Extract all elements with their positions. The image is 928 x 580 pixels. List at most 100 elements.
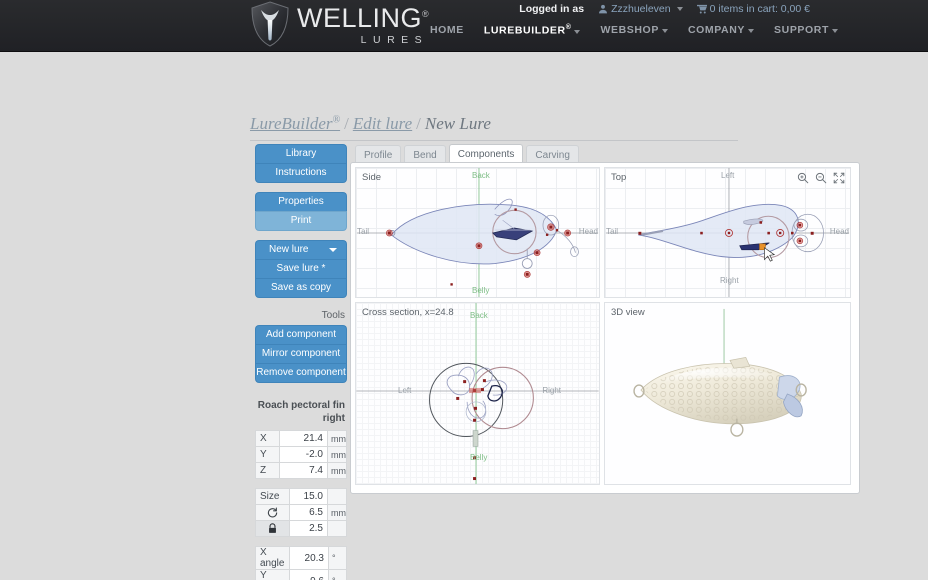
mirror-component-button[interactable]: Mirror component: [255, 344, 347, 363]
lock-icon: [269, 523, 276, 533]
main-navigation: HOME LUREBUILDER® WEBSHOP COMPANY SUPPOR…: [430, 24, 838, 37]
nav-sup-lurebuilder: ®: [565, 24, 572, 31]
axis-label-belly-side: Belly: [472, 286, 490, 295]
chevron-down-icon: [329, 248, 337, 252]
field-value-thickness[interactable]: 6.5: [289, 504, 328, 521]
field-row-thickness: 6.5 mm: [255, 504, 347, 521]
sidebar-group-library: Library Instructions: [255, 144, 347, 183]
nav-label-home: HOME: [429, 24, 464, 37]
breadcrumb: LureBuilder® / Edit lure / New Lure: [250, 114, 738, 141]
field-unit-x: mm: [327, 430, 347, 447]
nav-item-lurebuilder[interactable]: LUREBUILDER®: [484, 24, 581, 37]
viewport-cross-section[interactable]: Cross section, x=24.8 Back Belly Left Ri…: [355, 302, 600, 485]
field-unit-thickness: mm: [327, 504, 347, 521]
field-unit-size: [327, 488, 347, 505]
cart-link[interactable]: 0 items in cart: 0,00 €: [696, 3, 810, 15]
field-value-size[interactable]: 15.0: [289, 488, 328, 505]
axis-label-tail-side: Tail: [357, 227, 370, 236]
side-view-canvas: [356, 168, 599, 297]
field-value-y-angle[interactable]: -9.6: [289, 569, 329, 580]
chevron-down-icon: [748, 29, 755, 34]
sidebar-group-file: New lure Save lure * Save as copy: [255, 240, 347, 298]
nav-item-support[interactable]: SUPPORT: [774, 24, 838, 36]
size-fields-table: Size 15.0 6.5 mm 2.5: [255, 488, 347, 537]
viewport-top[interactable]: Top Left Right Tail Head: [604, 167, 851, 298]
field-value-y[interactable]: -2.0: [279, 446, 328, 463]
viewport-side[interactable]: Side Back Belly Tail Head: [355, 167, 600, 298]
username-link[interactable]: Zzzhueleven: [611, 3, 671, 15]
sidebar-group-properties: Properties Print: [255, 192, 347, 231]
reset-icon: [267, 507, 278, 518]
breadcrumb-edit-lure[interactable]: Edit lure: [353, 114, 412, 133]
brand-logo[interactable]: WELLING® LURES: [250, 1, 429, 47]
axis-label-head-side: Head: [578, 227, 598, 236]
cart-label[interactable]: 0 items in cart: 0,00 €: [710, 3, 810, 15]
nav-label-webshop: WEBSHOP: [600, 24, 659, 37]
save-as-copy-button[interactable]: Save as copy: [255, 278, 347, 298]
remove-component-button[interactable]: Remove component: [255, 363, 347, 383]
new-lure-label: New lure: [269, 244, 309, 255]
position-fields-table: X 21.4 mm Y -2.0 mm Z 7.4 mm: [255, 430, 347, 479]
properties-button[interactable]: Properties: [255, 192, 347, 211]
angle-fields-table: X angle 20.3 ° Y angle -9.6 ° Z angle 2.…: [255, 546, 347, 580]
field-row-x-angle: X angle 20.3 °: [255, 546, 347, 570]
library-button[interactable]: Library: [255, 144, 347, 163]
field-row-size: Size 15.0: [255, 488, 347, 505]
axis-label-back-cross: Back: [470, 311, 488, 320]
viewport-title-top: Top: [611, 172, 627, 183]
user-icon: [599, 4, 608, 14]
fit-view-icon[interactable]: [833, 172, 845, 184]
lock-icon-cell[interactable]: [255, 520, 290, 537]
field-row-y: Y -2.0 mm: [255, 446, 347, 463]
tool-sidebar: Library Instructions Properties Print Ne…: [255, 144, 347, 580]
chevron-down-icon: [676, 7, 683, 11]
viewport-title-cross: Cross section, x=24.8: [362, 307, 454, 318]
zoom-in-icon[interactable]: [797, 172, 809, 184]
axis-label-head-top: Head: [829, 227, 849, 236]
breadcrumb-root[interactable]: LureBuilder®: [250, 114, 340, 133]
viewport-title-side: Side: [362, 172, 382, 183]
field-label-size: Size: [255, 488, 290, 505]
breadcrumb-root-reg: ®: [332, 114, 341, 126]
field-row-y-angle: Y angle -9.6 °: [255, 569, 347, 580]
axis-label-back-side: Back: [472, 171, 490, 180]
field-label-z: Z: [255, 462, 280, 479]
brand-name: WELLING: [297, 3, 423, 34]
field-value-x-angle[interactable]: 20.3: [289, 546, 329, 570]
field-value-z[interactable]: 7.4: [279, 462, 328, 479]
field-value-x[interactable]: 21.4: [279, 430, 328, 447]
axis-label-right-cross: Right: [542, 386, 561, 395]
page-body: LureBuilder® / Edit lure / New Lure Library …: [0, 52, 928, 580]
selected-component-title: Roach pectoral fin right: [255, 392, 347, 430]
viewport-title-3d: 3D view: [611, 307, 645, 318]
viewport-tools-top: [797, 172, 845, 184]
field-label-x-angle: X angle: [255, 546, 290, 570]
field-value-locked[interactable]: 2.5: [289, 520, 328, 537]
nav-item-webshop[interactable]: WEBSHOP: [600, 24, 668, 37]
print-button[interactable]: Print: [255, 211, 347, 231]
logged-in-label: Logged in as: [519, 3, 585, 15]
viewport-3d[interactable]: 3D view: [604, 302, 851, 485]
field-label-x: X: [255, 430, 280, 447]
field-unit-x-angle: °: [328, 546, 347, 570]
zoom-out-icon[interactable]: [815, 172, 827, 184]
add-component-button[interactable]: Add component: [255, 325, 347, 344]
nav-label-lurebuilder: LUREBUILDER: [483, 24, 566, 37]
breadcrumb-current: New Lure: [424, 114, 491, 133]
user-menu[interactable]: Zzzhueleven: [598, 3, 683, 15]
chevron-down-icon: [574, 29, 581, 34]
save-lure-button[interactable]: Save lure *: [255, 259, 347, 278]
new-lure-dropdown[interactable]: New lure: [255, 240, 347, 259]
field-unit-y-angle: °: [328, 569, 347, 580]
axis-label-right-top: Right: [720, 276, 739, 285]
nav-item-home[interactable]: HOME: [430, 24, 464, 36]
nav-label-support: SUPPORT: [774, 24, 829, 37]
editor-workspace: Side Back Belly Tail Head Top Left Right…: [350, 162, 860, 494]
field-row-locked: 2.5: [255, 520, 347, 537]
instructions-button[interactable]: Instructions: [255, 163, 347, 183]
nav-item-company[interactable]: COMPANY: [688, 24, 755, 36]
brand-reg: ®: [422, 9, 430, 20]
reset-icon-cell[interactable]: [255, 504, 290, 521]
component-title-line1: Roach pectoral fin: [257, 400, 345, 411]
field-label-y-angle: Y angle: [255, 569, 290, 580]
